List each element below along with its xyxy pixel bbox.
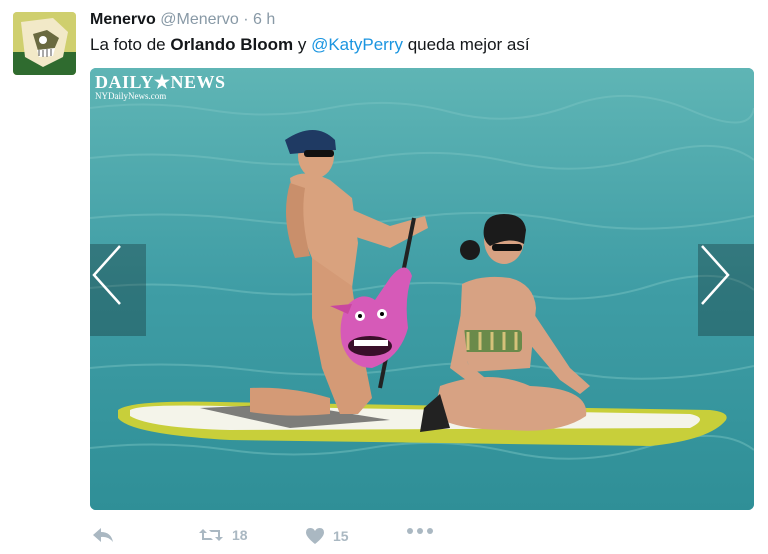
text-part: La foto de bbox=[90, 35, 171, 54]
retweet-icon bbox=[199, 529, 223, 541]
more-icon bbox=[407, 528, 433, 534]
avatar[interactable] bbox=[13, 12, 76, 75]
author-handle[interactable]: @Menervo bbox=[160, 11, 239, 28]
reply-icon bbox=[93, 528, 113, 542]
tweet-text: La foto de Orlando Bloom y @KatyPerry qu… bbox=[90, 35, 530, 55]
like-count: 15 bbox=[333, 528, 349, 544]
photo-image bbox=[90, 68, 754, 510]
text-part: y bbox=[293, 35, 312, 54]
media-photo[interactable]: DAILY★NEWS NYDailyNews.com bbox=[90, 68, 754, 510]
retweet-button[interactable]: 18 bbox=[198, 527, 248, 543]
more-button[interactable] bbox=[406, 527, 434, 535]
retweet-count: 18 bbox=[232, 527, 248, 543]
separator-dot: · bbox=[243, 11, 249, 28]
author-name[interactable]: Menervo bbox=[90, 11, 156, 28]
heart-icon bbox=[306, 528, 324, 544]
text-part: queda mejor así bbox=[402, 35, 530, 54]
like-button[interactable]: 15 bbox=[305, 527, 349, 545]
chevron-right-icon bbox=[701, 245, 730, 305]
mention-link[interactable]: @KatyPerry bbox=[311, 35, 403, 54]
tweet-actions: 18 15 bbox=[90, 527, 490, 547]
timestamp[interactable]: 6 h bbox=[253, 11, 275, 28]
reply-button[interactable] bbox=[92, 527, 114, 543]
chevron-left-icon bbox=[92, 245, 121, 305]
next-photo-button[interactable] bbox=[698, 244, 754, 336]
tweet: Menervo @Menervo · 6 h La foto de Orland… bbox=[0, 0, 768, 554]
tweet-header: Menervo @Menervo · 6 h bbox=[90, 11, 275, 29]
previous-photo-button[interactable] bbox=[90, 244, 146, 336]
watermark-title: DAILY★NEWS bbox=[95, 72, 226, 92]
avatar-image bbox=[13, 12, 76, 75]
text-bold: Orlando Bloom bbox=[170, 35, 294, 54]
daily-news-watermark: DAILY★NEWS NYDailyNews.com bbox=[95, 73, 226, 101]
watermark-sub: NYDailyNews.com bbox=[95, 91, 167, 101]
